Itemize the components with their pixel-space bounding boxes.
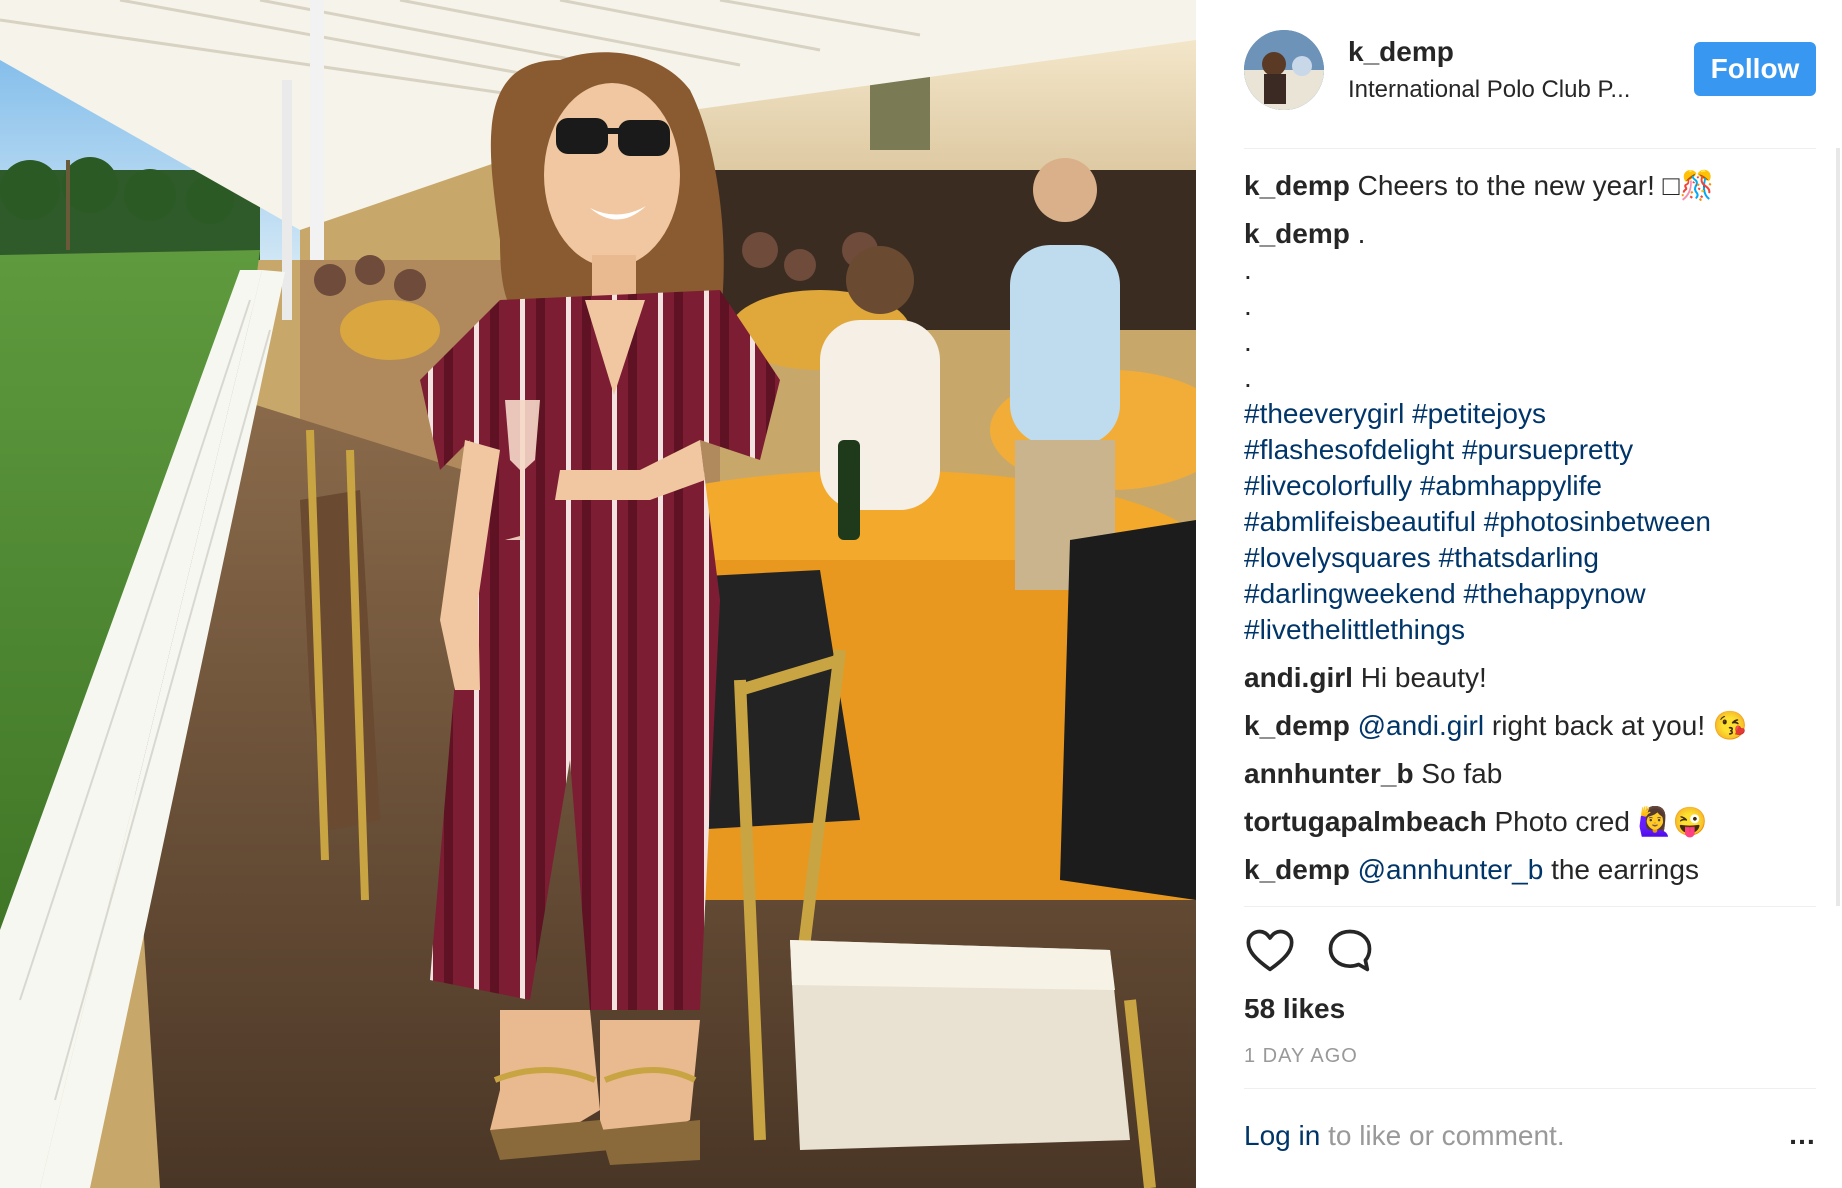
- list-item: andi.girl Hi beauty!: [1244, 660, 1816, 696]
- list-item: k_demp @annhunter_b the earrings: [1244, 852, 1816, 888]
- heart-icon[interactable]: [1244, 925, 1300, 981]
- ellipsis-icon[interactable]: …: [1784, 1120, 1820, 1156]
- hashtag-link[interactable]: #lovelysquares: [1244, 542, 1431, 573]
- caption-dot: .: [1244, 254, 1252, 285]
- comment-username[interactable]: k_demp: [1244, 170, 1350, 201]
- comments-list: k_demp Cheers to the new year! □🎊 k_demp…: [1244, 168, 1816, 906]
- comment-username[interactable]: andi.girl: [1244, 662, 1353, 693]
- comment-text: So fab: [1421, 758, 1503, 789]
- hashtag-link[interactable]: #pursuepretty: [1462, 434, 1633, 465]
- hashtag-line: #lovelysquares #thatsdarling: [1244, 540, 1816, 576]
- hashtag-link[interactable]: #livecolorfully: [1244, 470, 1412, 501]
- comment-text: the earrings: [1551, 854, 1699, 885]
- post-sidebar: k_demp International Polo Club P... Foll…: [1196, 0, 1842, 1188]
- post-timestamp: 1 DAY AGO: [1244, 1045, 1358, 1067]
- hashtag-link[interactable]: #thatsdarling: [1439, 542, 1599, 573]
- hashtag-line: #livethelittlethings: [1244, 612, 1816, 648]
- header-divider: [1244, 148, 1816, 149]
- comment-mention[interactable]: @annhunter_b: [1358, 854, 1544, 885]
- comment-text: Photo cred 🙋‍♀️😜: [1494, 806, 1708, 837]
- comment-username[interactable]: k_demp: [1244, 218, 1350, 249]
- post-photo[interactable]: [0, 0, 1196, 1188]
- comment-username[interactable]: k_demp: [1244, 854, 1350, 885]
- list-item: annhunter_b So fab: [1244, 756, 1816, 792]
- avatar-image: [1244, 30, 1324, 110]
- comment-username[interactable]: k_demp: [1244, 710, 1350, 741]
- caption-dot: .: [1244, 326, 1252, 357]
- hashtag-link[interactable]: #abmhappylife: [1420, 470, 1602, 501]
- comment-text: right back at you! 😘: [1491, 710, 1748, 741]
- login-prompt: Log in to like or comment.: [1244, 1120, 1565, 1152]
- list-item: k_demp .: [1244, 216, 1816, 252]
- hashtag-link[interactable]: #flashesofdelight: [1244, 434, 1454, 465]
- comment-text: Hi beauty!: [1360, 662, 1487, 693]
- login-prompt-text: to like or comment.: [1320, 1120, 1565, 1151]
- list-item: k_demp @andi.girl right back at you! 😘: [1244, 708, 1816, 744]
- hashtag-block: #theeverygirl #petitejoys #flashesofdeli…: [1244, 396, 1816, 648]
- avatar[interactable]: [1244, 30, 1324, 110]
- comment-text: Cheers to the new year! □🎊: [1357, 170, 1715, 201]
- hashtag-line: #livecolorfully #abmhappylife: [1244, 468, 1816, 504]
- caption-dot: .: [1244, 362, 1252, 393]
- hashtag-link[interactable]: #abmlifeisbeautiful: [1244, 506, 1476, 537]
- follow-button[interactable]: Follow: [1694, 42, 1816, 96]
- hashtag-link[interactable]: #livethelittlethings: [1244, 614, 1465, 645]
- hashtag-link[interactable]: #petitejoys: [1412, 398, 1546, 429]
- list-item: tortugapalmbeach Photo cred 🙋‍♀️😜: [1244, 804, 1816, 840]
- post-location[interactable]: International Polo Club P...: [1348, 76, 1658, 104]
- hashtag-link[interactable]: #theeverygirl: [1244, 398, 1404, 429]
- actions-divider: [1244, 906, 1816, 907]
- comments-scrollbar[interactable]: [1836, 148, 1840, 906]
- comment-mention[interactable]: @andi.girl: [1358, 710, 1484, 741]
- photo-illustration: [0, 0, 1196, 1188]
- hashtag-link[interactable]: #darlingweekend: [1244, 578, 1456, 609]
- comment-username[interactable]: annhunter_b: [1244, 758, 1414, 789]
- action-bar: [1244, 925, 1816, 985]
- hashtag-link[interactable]: #thehappynow: [1464, 578, 1646, 609]
- footer-divider: [1244, 1088, 1816, 1089]
- post-header: k_demp International Polo Club P... Foll…: [1196, 0, 1842, 148]
- comment-bubble-icon[interactable]: [1324, 925, 1380, 981]
- hashtag-line: #theeverygirl #petitejoys: [1244, 396, 1816, 432]
- comment-username[interactable]: tortugapalmbeach: [1244, 806, 1487, 837]
- comment-text: .: [1357, 218, 1366, 249]
- hashtag-line: #flashesofdelight #pursuepretty: [1244, 432, 1816, 468]
- caption-comment: k_demp Cheers to the new year! □🎊: [1244, 168, 1816, 204]
- hashtag-line: #abmlifeisbeautiful #photosinbetween: [1244, 504, 1816, 540]
- login-link[interactable]: Log in: [1244, 1120, 1320, 1151]
- post-username[interactable]: k_demp: [1348, 36, 1454, 68]
- hashtag-link[interactable]: #photosinbetween: [1484, 506, 1711, 537]
- likes-count[interactable]: 58 likes: [1244, 993, 1345, 1025]
- caption-dot: .: [1244, 290, 1252, 321]
- hashtag-line: #darlingweekend #thehappynow: [1244, 576, 1816, 612]
- caption-dots: . . . .: [1244, 252, 1816, 396]
